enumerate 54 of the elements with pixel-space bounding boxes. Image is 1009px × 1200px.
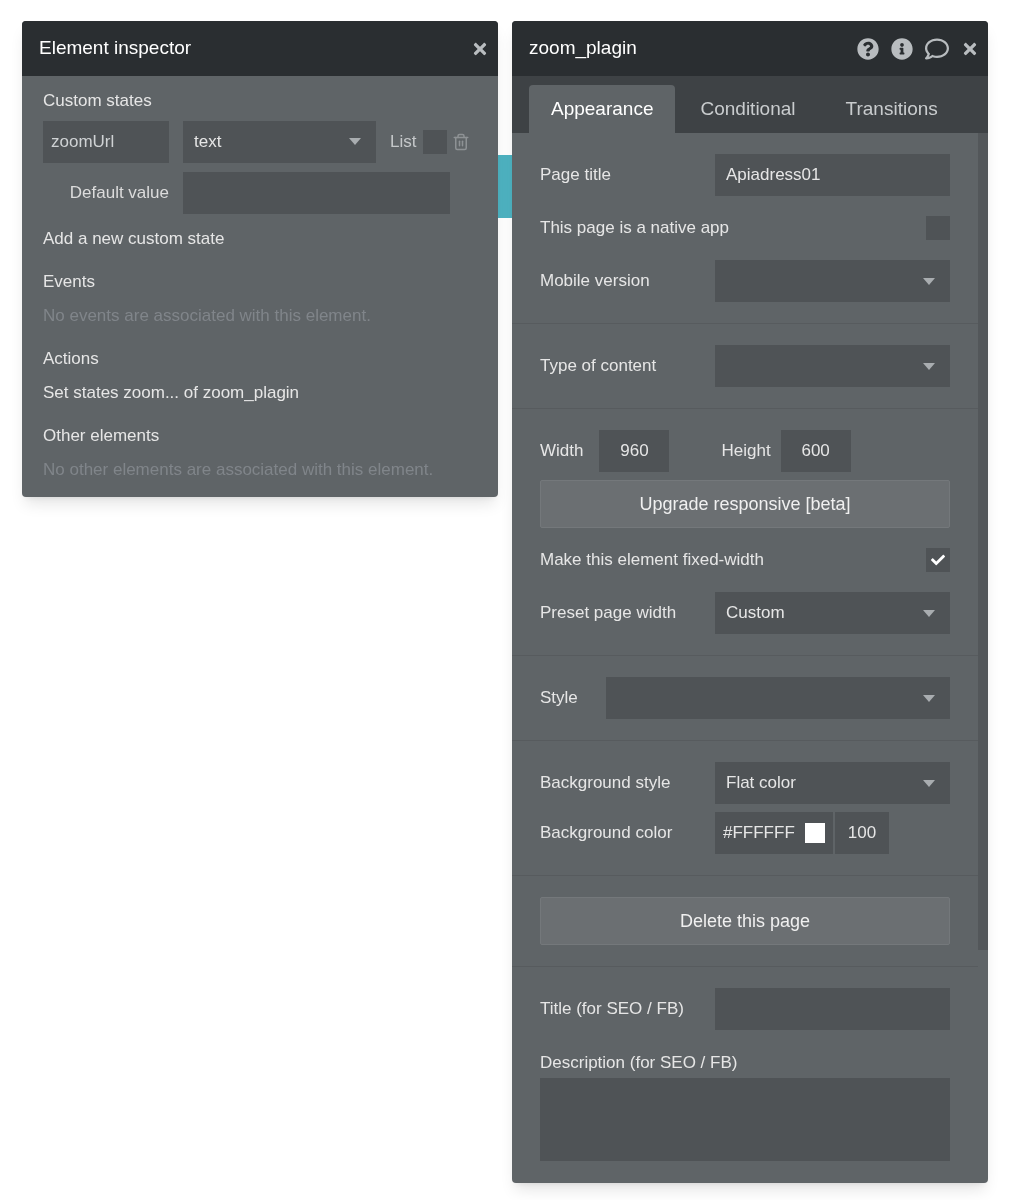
tab[interactable]: Conditional [675, 85, 821, 133]
trash-icon[interactable] [452, 131, 471, 152]
add-state-link[interactable]: Add a new custom state [43, 225, 477, 251]
field-label: Preset page width [540, 602, 677, 625]
field-label: Height [721, 440, 771, 463]
field-label: Type of content [540, 355, 657, 378]
color-swatch[interactable] [805, 823, 825, 843]
checkbox[interactable] [926, 548, 950, 572]
width-field[interactable]: 960 [599, 430, 670, 472]
text-field[interactable]: Apiadress01 [715, 154, 950, 196]
info-icon[interactable] [891, 37, 913, 60]
comment-icon[interactable] [925, 36, 949, 61]
field-label: This page is a native app [540, 217, 729, 240]
field-label: Default value [68, 181, 169, 204]
dropdown[interactable]: Flat color [715, 762, 950, 804]
color-field[interactable]: #FFFFFF [715, 812, 833, 854]
tab[interactable]: Transitions [820, 85, 963, 133]
dropdown[interactable] [715, 260, 950, 302]
action-link[interactable]: Set states zoom... of zoom_plagin [43, 379, 477, 405]
height-field[interactable]: 600 [780, 430, 851, 472]
state-name-field[interactable]: zoomUrl [43, 120, 169, 163]
caret-icon [923, 362, 935, 370]
scrollbar[interactable] [978, 133, 988, 950]
caret-icon [923, 694, 935, 702]
dropdown[interactable]: Custom [715, 592, 950, 634]
opacity-field[interactable]: 100 [835, 812, 889, 854]
field-label: Background style [540, 772, 671, 795]
type-dropdown[interactable]: text [183, 120, 376, 163]
field-label: Mobile version [540, 270, 650, 293]
section-heading: Events [43, 271, 96, 293]
field-label: Page title [540, 164, 611, 187]
caret-icon [349, 138, 361, 145]
help-icon[interactable] [857, 37, 879, 60]
action-button[interactable]: Upgrade responsive [beta] [540, 480, 950, 528]
section-heading: Custom states [43, 90, 153, 112]
caret-icon [923, 779, 935, 787]
field-label: Style [540, 687, 578, 710]
field-label: Width [540, 440, 584, 463]
dropdown[interactable] [715, 345, 950, 387]
window-title: Element inspector [39, 36, 192, 61]
field-label: Background color [540, 822, 673, 845]
action-button[interactable]: Delete this page [540, 897, 950, 945]
tab[interactable]: Appearance [529, 85, 676, 133]
field-label: Description (for SEO / FB) [540, 1052, 739, 1074]
window-title: zoom_plagin [529, 36, 637, 61]
field-label: Make this element fixed-width [540, 549, 764, 572]
dropdown[interactable] [605, 677, 950, 719]
section-heading: Actions [43, 348, 100, 370]
section-heading: Other elements [43, 425, 161, 447]
check-icon [931, 553, 945, 567]
field-label: Title (for SEO / FB) [540, 998, 684, 1021]
list-label: List [390, 130, 417, 153]
caret-icon [923, 609, 935, 617]
caret-icon [923, 277, 935, 285]
